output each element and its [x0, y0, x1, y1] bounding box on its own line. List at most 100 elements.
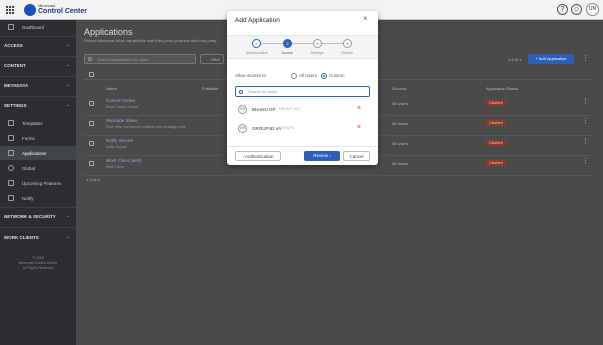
add-application-dialog: Add Application × ✓ 2 3 4 Authentication… — [227, 11, 378, 165]
column-header-publisher[interactable]: Publisher — [202, 86, 219, 91]
app-description: Email Control Center — [106, 105, 139, 109]
app-description: Work Client — [106, 165, 125, 169]
group-type: GROUPS — [279, 126, 295, 130]
row-menu-icon[interactable]: ⋮ — [582, 98, 589, 105]
step-access[interactable]: 2 — [283, 39, 292, 48]
sidebar-item-forms[interactable]: Forms — [0, 131, 76, 145]
row-menu-icon[interactable]: ⋮ — [582, 118, 589, 125]
section-label: WORK CLIENTS — [4, 234, 39, 240]
forms-icon — [8, 135, 14, 141]
row-checkbox[interactable] — [89, 121, 94, 126]
chevron-down-icon: ⌄ — [65, 213, 70, 219]
row-checkbox[interactable] — [89, 141, 94, 146]
chevron-up-icon: ⌄ — [65, 102, 70, 108]
radio-custom-label[interactable]: Custom — [329, 73, 345, 78]
sidebar-section-settings[interactable]: SETTINGS ⌄ — [0, 98, 76, 112]
app-name-link[interactable]: Control Center — [106, 98, 135, 103]
radio-all-users[interactable] — [291, 73, 297, 79]
section-label: SETTINGS — [4, 102, 27, 108]
app-launcher-icon[interactable] — [6, 6, 15, 14]
selected-group-item: GR BHANU GP GROUP LIST × — [235, 104, 370, 115]
sidebar-item-global[interactable]: Global — [0, 161, 76, 175]
divider — [0, 76, 76, 77]
sidebar-item-label: Templates — [22, 120, 43, 126]
divider — [0, 207, 76, 208]
add-application-button[interactable]: + Add Application — [528, 54, 574, 64]
column-header-security[interactable]: Security — [392, 86, 406, 91]
chevron-down-icon: ⌄ — [65, 82, 70, 88]
copyright-rights: All Rights Reserved — [22, 266, 54, 270]
upcoming-icon — [8, 180, 14, 186]
review-button[interactable]: Review › — [304, 151, 340, 161]
wizard-stepper: ✓ 2 3 4 Authentication Access Settings R… — [227, 35, 378, 59]
help-icon[interactable]: ? — [557, 4, 568, 15]
app-description: Notify Secure — [106, 145, 128, 149]
chevron-down-icon: ⌄ — [65, 42, 70, 48]
sidebar-section-metadata[interactable]: METADATA ⌄ — [0, 78, 76, 92]
step-label: Authentication — [245, 51, 269, 55]
row-checkbox[interactable] — [89, 101, 94, 106]
row-menu-icon[interactable]: ⋮ — [582, 138, 589, 145]
step-settings[interactable]: 3 — [313, 39, 322, 48]
step-label: Access — [281, 51, 293, 55]
sidebar-section-access[interactable]: ACCESS ⌄ — [0, 38, 76, 52]
close-icon[interactable]: × — [363, 15, 368, 23]
sidebar-item-applications[interactable]: Applications — [0, 146, 76, 160]
sidebar-section-content[interactable]: CONTENT ⌄ — [0, 58, 76, 72]
step-label: Settings — [310, 51, 324, 55]
step-review[interactable]: 4 — [343, 39, 352, 48]
remove-icon[interactable]: × — [357, 124, 361, 131]
table-footer-count: 1-4 of 4 — [86, 177, 100, 182]
search-placeholder: Search applications by name — [97, 57, 149, 62]
back-button[interactable]: ‹ Authentication — [235, 151, 281, 161]
chevron-down-icon: ⌄ — [65, 62, 70, 68]
step-authentication[interactable]: ✓ — [252, 39, 261, 48]
user-icon[interactable]: ☺ — [571, 4, 582, 15]
app-name-link[interactable]: Notify Secure — [106, 138, 133, 143]
row-checkbox[interactable] — [89, 161, 94, 166]
notify-icon — [8, 195, 14, 201]
more-options-icon[interactable]: ⋮ — [582, 55, 589, 62]
sidebar-item-notify[interactable]: Notify — [0, 191, 76, 205]
app-name-link[interactable]: Message Share — [106, 118, 138, 123]
group-icon: GR — [238, 124, 247, 133]
sidebar-item-dashboard[interactable]: Dashboard — [0, 20, 76, 34]
remove-icon[interactable]: × — [357, 105, 361, 112]
app-security: All Users — [392, 101, 409, 106]
avatar[interactable]: UN — [586, 3, 599, 16]
cancel-button[interactable]: Cancel — [343, 151, 370, 161]
section-label: CONTENT — [4, 62, 26, 68]
app-name-link[interactable]: Work Client (web) — [106, 158, 142, 163]
search-icon — [239, 90, 243, 94]
applications-icon — [8, 150, 14, 156]
radio-custom[interactable] — [321, 73, 327, 79]
sidebar-item-label: Upcoming Features — [22, 180, 62, 186]
user-search-input[interactable]: Search for users — [235, 86, 370, 97]
search-input[interactable]: Search applications by name — [84, 54, 196, 64]
select-all-checkbox[interactable] — [89, 72, 94, 77]
sidebar-section-network-security[interactable]: NETWORK & SECURITY ⌄ — [0, 209, 76, 223]
templates-icon — [8, 120, 14, 126]
divider — [0, 36, 76, 37]
column-header-status[interactable]: Application Status — [486, 86, 518, 91]
result-count: 1-4 of 4 — [508, 57, 522, 62]
app-security: All Users — [392, 141, 409, 146]
sidebar-item-label: Notify — [22, 195, 34, 201]
divider — [0, 96, 76, 97]
sidebar-section-work-clients[interactable]: WORK CLIENTS ⌄ — [0, 230, 76, 244]
sidebar-item-upcoming-features[interactable]: Upcoming Features — [0, 176, 76, 190]
sidebar-item-templates[interactable]: Templates — [0, 116, 76, 130]
status-badge: Disabled — [486, 120, 506, 126]
selected-group-item: GR GROUP4D.VA GROUPS × — [235, 123, 370, 134]
row-menu-icon[interactable]: ⋮ — [582, 158, 589, 165]
chevron-down-icon: ⌄ — [65, 234, 70, 240]
filter-button[interactable]: Filter — [200, 54, 224, 64]
column-header-name[interactable]: Name — [106, 86, 117, 91]
brand-logo — [24, 4, 36, 16]
allow-access-row: Allow access to All Users Custom — [235, 72, 371, 82]
step-connector — [292, 43, 314, 44]
step-connector — [321, 43, 343, 44]
globe-icon — [8, 165, 14, 171]
radio-all-users-label[interactable]: All Users — [299, 73, 317, 78]
search-placeholder: Search for users — [248, 89, 278, 94]
